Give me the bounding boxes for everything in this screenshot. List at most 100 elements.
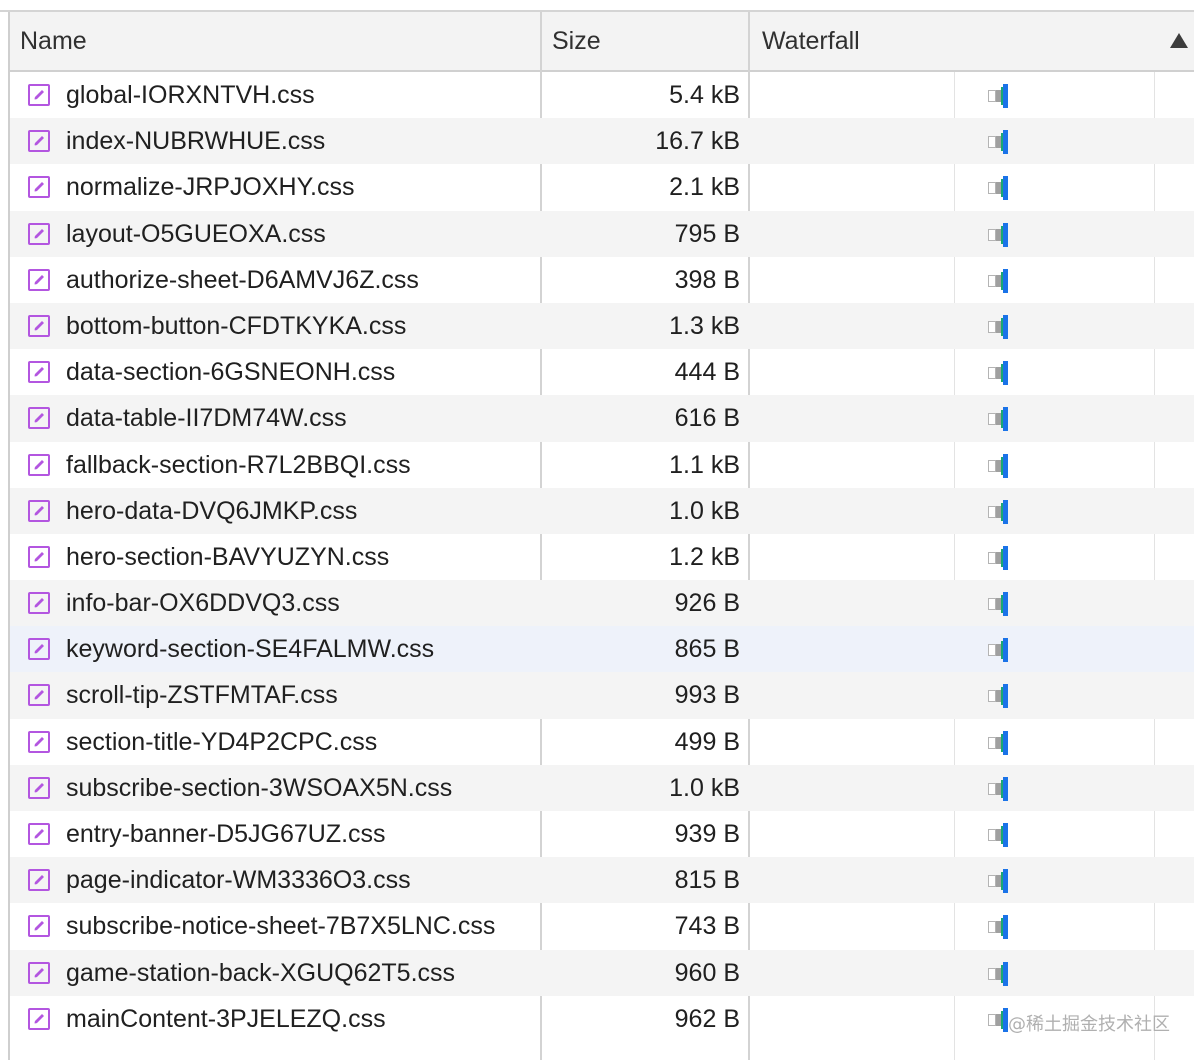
request-name: page-indicator-WM3336O3.css — [66, 866, 411, 895]
waterfall-bar — [988, 222, 1018, 247]
table-header: Name Size Waterfall — [10, 12, 1194, 72]
sort-ascending-icon[interactable] — [1170, 33, 1188, 48]
stylesheet-file-icon — [28, 176, 50, 199]
request-size: 743 B — [674, 912, 740, 941]
table-row[interactable]: bottom-button-CFDTKYKA.css 1.3 kB — [10, 302, 1194, 350]
request-size: 16.7 kB — [655, 127, 740, 156]
request-size: 926 B — [674, 589, 740, 618]
request-name: bottom-button-CFDTKYKA.css — [66, 311, 407, 340]
request-size: 1.0 kB — [669, 496, 740, 525]
stylesheet-file-icon — [28, 268, 50, 291]
column-header-size[interactable]: Size — [552, 12, 601, 70]
table-row[interactable]: info-bar-OX6DDVQ3.css 926 B — [10, 580, 1194, 627]
request-size: 1.3 kB — [669, 311, 740, 340]
waterfall-bar — [988, 823, 1018, 847]
stylesheet-file-icon — [28, 499, 50, 522]
waterfall-bar — [988, 453, 1018, 478]
waterfall-bar — [988, 130, 1018, 155]
table-body: global-IORXNTVH.css 5.4 kB index-NUBRWHUE.… — [10, 72, 1194, 1042]
stylesheet-file-icon — [28, 453, 50, 476]
waterfall-bar — [988, 730, 1018, 755]
stylesheet-file-icon — [28, 869, 50, 892]
request-name: data-table-II7DM74W.css — [66, 404, 347, 433]
stylesheet-file-icon — [28, 684, 50, 707]
request-size: 499 B — [674, 727, 740, 756]
request-size: 795 B — [674, 219, 740, 248]
request-name: scroll-tip-ZSTFMTAF.css — [66, 681, 338, 710]
stylesheet-file-icon — [28, 407, 50, 430]
request-name: subscribe-section-3WSOAX5N.css — [66, 773, 453, 802]
request-name: keyword-section-SE4FALMW.css — [66, 635, 435, 664]
table-row[interactable]: subscribe-section-3WSOAX5N.css 1.0 kB — [10, 764, 1194, 811]
stylesheet-file-icon — [28, 84, 50, 106]
waterfall-bar — [988, 684, 1018, 709]
waterfall-bar — [988, 499, 1018, 524]
request-size: 2.1 kB — [669, 173, 740, 202]
table-row[interactable]: layout-O5GUEOXA.css 795 B — [10, 210, 1194, 257]
table-row[interactable]: hero-data-DVQ6JMKP.css 1.0 kB — [10, 487, 1194, 534]
request-name: index-NUBRWHUE.css — [66, 127, 326, 156]
table-row[interactable]: scroll-tip-ZSTFMTAF.css 993 B — [10, 672, 1194, 719]
stylesheet-file-icon — [28, 592, 50, 615]
request-size: 1.2 kB — [669, 542, 740, 571]
table-row[interactable]: section-title-YD4P2CPC.css 499 B — [10, 719, 1194, 765]
stylesheet-file-icon — [28, 730, 50, 753]
table-row[interactable]: index-NUBRWHUE.css 16.7 kB — [10, 118, 1194, 165]
waterfall-bar — [988, 407, 1018, 432]
request-name: mainContent-3PJELEZQ.css — [66, 1004, 386, 1033]
waterfall-bar — [988, 869, 1018, 894]
request-name: normalize-JRPJOXHY.css — [66, 173, 355, 202]
stylesheet-file-icon — [28, 1007, 50, 1030]
stylesheet-file-icon — [28, 222, 50, 245]
top-strip — [0, 0, 1194, 12]
column-header-waterfall[interactable]: Waterfall — [762, 12, 860, 70]
table-row[interactable]: normalize-JRPJOXHY.css 2.1 kB — [10, 164, 1194, 210]
request-size: 962 B — [674, 1004, 740, 1033]
request-name: data-section-6GSNEONH.css — [66, 358, 396, 387]
stylesheet-file-icon — [28, 823, 50, 845]
table-row[interactable]: hero-section-BAVYUZYN.css 1.2 kB — [10, 534, 1194, 580]
table-row[interactable]: authorize-sheet-D6AMVJ6Z.css 398 B — [10, 257, 1194, 303]
request-name: game-station-back-XGUQ62T5.css — [66, 958, 456, 987]
request-name: authorize-sheet-D6AMVJ6Z.css — [66, 265, 419, 294]
request-size: 398 B — [674, 265, 740, 294]
request-name: info-bar-OX6DDVQ3.css — [66, 589, 340, 618]
table-row[interactable]: page-indicator-WM3336O3.css 815 B — [10, 857, 1194, 904]
request-size: 960 B — [674, 958, 740, 987]
stylesheet-file-icon — [28, 130, 50, 153]
request-name: fallback-section-R7L2BBQI.css — [66, 450, 411, 479]
request-size: 815 B — [674, 866, 740, 895]
request-size: 865 B — [674, 635, 740, 664]
request-size: 5.4 kB — [669, 81, 740, 109]
stylesheet-file-icon — [28, 915, 50, 938]
table-row[interactable]: entry-banner-D5JG67UZ.css 939 B — [10, 811, 1194, 857]
watermark: @稀土掘金技术社区 — [1008, 1014, 1170, 1035]
stylesheet-file-icon — [28, 776, 50, 799]
column-header-name[interactable]: Name — [20, 12, 87, 70]
network-request-table: Name Size Waterfall global-IORXNTVH.css 5… — [8, 12, 1194, 1060]
table-row[interactable]: subscribe-notice-sheet-7B7X5LNC.css 743 B — [10, 903, 1194, 949]
waterfall-bar — [988, 638, 1018, 663]
stylesheet-file-icon — [28, 314, 50, 337]
table-row[interactable]: data-section-6GSNEONH.css 444 B — [10, 349, 1194, 395]
request-size: 1.1 kB — [669, 450, 740, 479]
request-name: hero-section-BAVYUZYN.css — [66, 542, 390, 571]
waterfall-bar — [988, 915, 1018, 940]
stylesheet-file-icon — [28, 361, 50, 384]
table-row[interactable]: game-station-back-XGUQ62T5.css 960 B — [10, 949, 1194, 996]
request-name: hero-data-DVQ6JMKP.css — [66, 496, 358, 525]
table-row[interactable]: global-IORXNTVH.css 5.4 kB — [10, 72, 1194, 118]
table-row[interactable]: fallback-section-R7L2BBQI.css 1.1 kB — [10, 442, 1194, 488]
table-row[interactable]: keyword-section-SE4FALMW.css 865 B — [10, 626, 1194, 673]
request-name: subscribe-notice-sheet-7B7X5LNC.css — [66, 912, 496, 941]
stylesheet-file-icon — [28, 638, 50, 661]
waterfall-bar — [988, 176, 1018, 201]
request-name: layout-O5GUEOXA.css — [66, 219, 326, 248]
waterfall-bar — [988, 314, 1018, 339]
stylesheet-file-icon — [28, 961, 50, 984]
request-size: 939 B — [674, 820, 740, 848]
table-row[interactable]: data-table-II7DM74W.css 616 B — [10, 395, 1194, 442]
waterfall-bar — [988, 545, 1018, 570]
request-name: entry-banner-D5JG67UZ.css — [66, 820, 386, 848]
request-name: global-IORXNTVH.css — [66, 81, 315, 109]
